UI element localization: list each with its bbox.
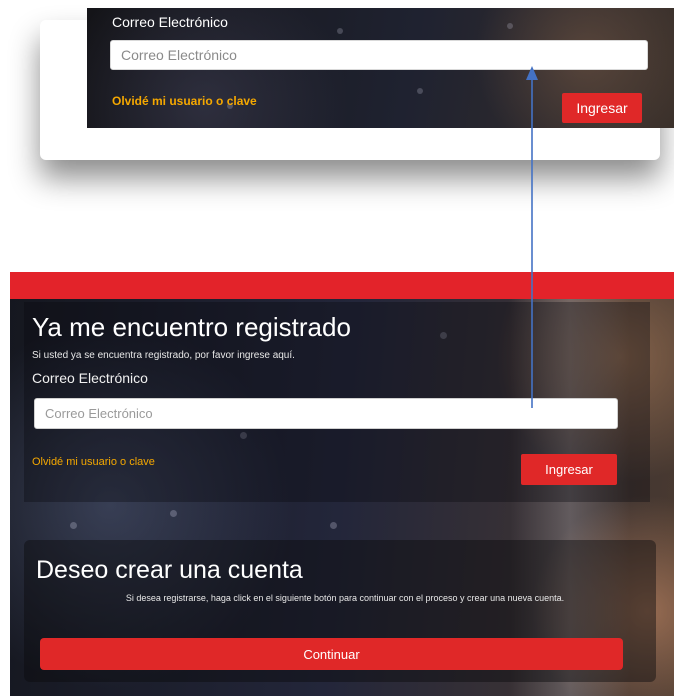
snippet-email-label: Correo Electrónico [112,14,228,30]
bokeh-dot [337,28,343,34]
login-email-input[interactable] [34,398,618,429]
zoomed-login-snippet: Correo Electrónico Olvidé mi usuario o c… [87,8,674,128]
bokeh-dot [70,522,77,529]
snippet-forgot-link[interactable]: Olvidé mi usuario o clave [112,94,257,108]
login-subtitle: Si usted ya se encuentra registrado, por… [32,350,295,361]
login-page-capture: Ya me encuentro registrado Si usted ya s… [10,272,674,696]
create-account-title: Deseo crear una cuenta [36,556,303,584]
bokeh-dot [507,23,513,29]
bokeh-dot [170,510,177,517]
continue-button[interactable]: Continuar [40,638,623,670]
snippet-login-button[interactable]: Ingresar [562,93,642,123]
login-title: Ya me encuentro registrado [32,312,351,342]
login-button[interactable]: Ingresar [521,454,617,485]
snippet-email-input[interactable] [110,40,648,70]
bokeh-dot [417,88,423,94]
login-forgot-link[interactable]: Olvidé mi usuario o clave [32,456,155,468]
bokeh-dot [330,522,337,529]
login-email-label: Correo Electrónico [32,370,148,386]
header-red-bar [10,272,674,299]
create-account-description: Si desea registrarse, haga click en el s… [125,593,565,603]
